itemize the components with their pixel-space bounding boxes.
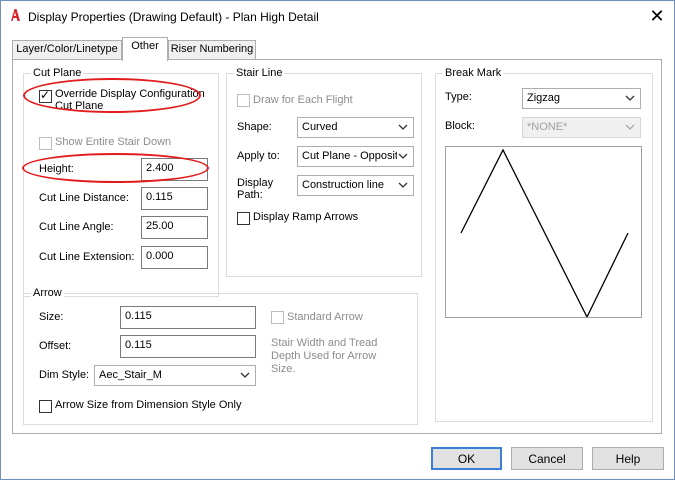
chevron-down-icon (625, 124, 635, 130)
dim-style-dropdown[interactable]: Aec_Stair_M (94, 365, 256, 386)
cancel-button[interactable]: Cancel (511, 447, 583, 470)
cut-line-distance-label: Cut Line Distance: (39, 192, 129, 204)
display-path-dropdown[interactable]: Construction line (297, 175, 414, 196)
chevron-down-icon (625, 95, 635, 101)
checkmark-icon: ✓ (40, 88, 51, 102)
height-input[interactable]: 2.400 (141, 158, 208, 181)
type-label: Type: (445, 91, 472, 103)
chevron-down-icon (240, 372, 250, 378)
arrow-size-from-dim-label: Arrow Size from Dimension Style Only (55, 399, 242, 411)
arrow-offset-label: Offset: (39, 340, 72, 352)
dialog-window: Display Properties (Drawing Default) - P… (0, 0, 675, 480)
tab-content-other: Cut Plane ✓ Override Display Configurati… (12, 59, 662, 434)
cut-line-extension-input[interactable]: 0.000 (141, 246, 208, 269)
tab-riser-numbering[interactable]: Riser Numbering (168, 40, 256, 59)
arrow-note-line-3: Size. (271, 363, 296, 375)
tab-layer-color-linetype[interactable]: Layer/Color/Linetype (12, 40, 122, 59)
dim-style-label: Dim Style: (39, 369, 90, 381)
type-dropdown[interactable]: Zigzag (522, 88, 641, 109)
title-bar[interactable]: Display Properties (Drawing Default) - P… (1, 1, 674, 32)
stair-line-group: Stair Line Draw for Each Flight Shape: C… (226, 67, 422, 277)
chevron-down-icon (398, 124, 408, 130)
show-entire-stair-label: Show Entire Stair Down (55, 136, 172, 148)
cut-plane-group: Cut Plane ✓ Override Display Configurati… (23, 67, 219, 297)
height-label: Height: (39, 163, 74, 175)
block-label: Block: (445, 120, 475, 132)
tab-strip: Layer/Color/Linetype Other Riser Numberi… (1, 32, 674, 61)
block-value: *NONE* (527, 121, 568, 133)
arrow-size-from-dim-checkbox[interactable] (39, 400, 52, 413)
chevron-down-icon (397, 149, 409, 163)
tab-other[interactable]: Other (122, 37, 168, 61)
cut-plane-title: Cut Plane (31, 67, 84, 79)
cut-line-extension-label: Cut Line Extension: (39, 251, 135, 263)
break-mark-group: Break Mark Type: Zigzag Block: *NONE* (435, 67, 653, 422)
display-path-label-1: Display (237, 177, 274, 189)
arrow-note-line-1: Stair Width and Tread (271, 337, 378, 349)
arrow-title: Arrow (31, 287, 64, 299)
type-value: Zigzag (527, 92, 561, 104)
shape-label: Shape: (237, 121, 272, 133)
cut-line-angle-input[interactable]: 25.00 (141, 216, 208, 239)
close-icon[interactable]: ✕ (646, 5, 668, 27)
apply-to-label: Apply to: (237, 150, 280, 162)
stair-line-title: Stair Line (234, 67, 285, 79)
dim-style-value: Aec_Stair_M (99, 369, 162, 381)
display-path-value: Construction line (302, 179, 384, 191)
display-ramp-arrows-checkbox[interactable] (237, 212, 250, 225)
arrow-offset-input[interactable]: 0.115 (120, 335, 256, 358)
window-title: Display Properties (Drawing Default) - P… (28, 10, 319, 24)
cut-line-angle-label: Cut Line Angle: (39, 221, 114, 233)
standard-arrow-checkbox[interactable] (271, 311, 284, 324)
override-cut-plane-label-1: Override Display Configuration (55, 88, 205, 100)
arrow-note-line-2: Depth Used for Arrow (271, 350, 377, 362)
override-cut-plane-label-2: Cut Plane (55, 100, 104, 112)
cut-line-distance-input[interactable]: 0.115 (141, 187, 208, 210)
show-entire-stair-checkbox[interactable] (39, 137, 52, 150)
ok-button[interactable]: OK (431, 447, 502, 470)
override-cut-plane-checkbox[interactable]: ✓ (39, 88, 52, 103)
display-path-label-2: Path: (237, 189, 263, 201)
shape-value: Curved (302, 121, 338, 133)
block-dropdown[interactable]: *NONE* (522, 117, 641, 138)
help-button[interactable]: Help (592, 447, 664, 470)
chevron-down-icon (398, 182, 408, 188)
zigzag-preview-icon (460, 148, 629, 319)
arrow-size-input[interactable]: 0.115 (120, 306, 256, 329)
draw-each-flight-label: Draw for Each Flight (253, 94, 353, 106)
break-mark-preview (445, 146, 642, 319)
apply-to-dropdown[interactable]: Cut Plane - Opposite (297, 146, 414, 167)
arrow-size-label: Size: (39, 311, 64, 323)
shape-dropdown[interactable]: Curved (297, 117, 414, 138)
display-ramp-arrows-label: Display Ramp Arrows (253, 211, 359, 223)
draw-each-flight-checkbox[interactable] (237, 94, 250, 107)
apply-to-value: Cut Plane - Opposite (302, 150, 405, 162)
break-mark-title: Break Mark (443, 67, 504, 79)
arrow-group: Arrow Size: 0.115 Offset: 0.115 Dim Styl… (23, 287, 418, 425)
standard-arrow-label: Standard Arrow (287, 311, 363, 323)
autocad-icon (8, 8, 22, 22)
